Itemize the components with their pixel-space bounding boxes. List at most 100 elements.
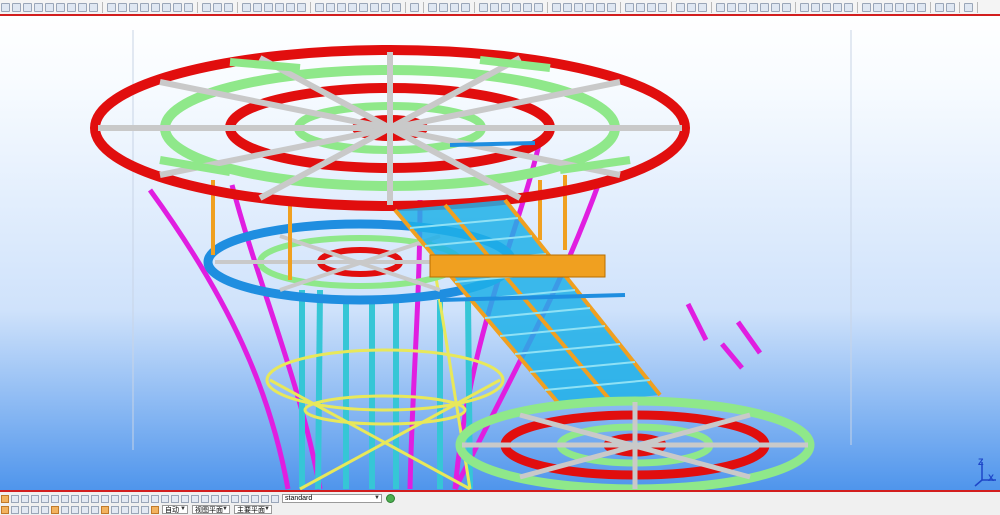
toolbar-tool-button[interactable] <box>184 2 193 12</box>
toolbar-tool-button[interactable] <box>625 2 634 12</box>
plane-tool-button[interactable] <box>151 505 159 514</box>
toolbar-tool-button[interactable] <box>833 2 842 12</box>
toolbar-tool-button[interactable] <box>45 2 54 12</box>
plane-tool-button[interactable] <box>61 505 69 514</box>
snap-button[interactable] <box>191 494 199 503</box>
toolbar-tool-button[interactable] <box>698 2 707 12</box>
toolbar-tool-button[interactable] <box>552 2 561 12</box>
toolbar-tool-button[interactable] <box>56 2 65 12</box>
plane-tool-button[interactable] <box>91 505 99 514</box>
snap-button[interactable] <box>91 494 99 503</box>
toolbar-tool-button[interactable] <box>23 2 32 12</box>
toolbar-tool-button[interactable] <box>1 2 10 12</box>
toolbar-tool-button[interactable] <box>151 2 160 12</box>
toolbar-tool-button[interactable] <box>461 2 470 12</box>
toolbar-tool-button[interactable] <box>326 2 335 12</box>
snap-button[interactable] <box>211 494 219 503</box>
toolbar-tool-button[interactable] <box>687 2 696 12</box>
toolbar-tool-button[interactable] <box>213 2 222 12</box>
model-viewport[interactable]: Z X <box>0 16 1000 490</box>
toolbar-tool-button[interactable] <box>264 2 273 12</box>
toolbar-tool-button[interactable] <box>428 2 437 12</box>
snap-button[interactable] <box>221 494 229 503</box>
toolbar-tool-button[interactable] <box>738 2 747 12</box>
view-select[interactable]: standard ▼ <box>282 494 382 503</box>
plane-tool-button[interactable] <box>141 505 149 514</box>
toolbar-tool-button[interactable] <box>348 2 357 12</box>
snap-button[interactable] <box>71 494 79 503</box>
toolbar-tool-button[interactable] <box>370 2 379 12</box>
toolbar-tool-button[interactable] <box>202 2 211 12</box>
toolbar-tool-button[interactable] <box>381 2 390 12</box>
toolbar-tool-button[interactable] <box>129 2 138 12</box>
toolbar-tool-button[interactable] <box>224 2 233 12</box>
plane-tool-button[interactable] <box>21 505 29 514</box>
toolbar-tool-button[interactable] <box>636 2 645 12</box>
plane-tool-button[interactable] <box>31 505 39 514</box>
toolbar-tool-button[interactable] <box>585 2 594 12</box>
select-auto[interactable]: 自动 ▼ <box>162 505 188 514</box>
toolbar-tool-button[interactable] <box>822 2 831 12</box>
snap-button[interactable] <box>231 494 239 503</box>
toolbar-tool-button[interactable] <box>574 2 583 12</box>
toolbar-tool-button[interactable] <box>162 2 171 12</box>
toolbar-tool-button[interactable] <box>596 2 605 12</box>
plane-tool-button[interactable] <box>51 505 59 514</box>
plane-tool-button[interactable] <box>81 505 89 514</box>
plane-tool-button[interactable] <box>121 505 129 514</box>
snap-button[interactable] <box>41 494 49 503</box>
snap-button[interactable] <box>31 494 39 503</box>
toolbar-tool-button[interactable] <box>873 2 882 12</box>
snap-button[interactable] <box>131 494 139 503</box>
plane-tool-button[interactable] <box>111 505 119 514</box>
toolbar-tool-button[interactable] <box>242 2 251 12</box>
toolbar-tool-button[interactable] <box>392 2 401 12</box>
snap-button[interactable] <box>251 494 259 503</box>
toolbar-tool-button[interactable] <box>563 2 572 12</box>
select-view-plane[interactable]: 视图平面 ▼ <box>192 505 230 514</box>
toolbar-tool-button[interactable] <box>118 2 127 12</box>
snap-button[interactable] <box>21 494 29 503</box>
snap-button[interactable] <box>11 494 19 503</box>
toolbar-tool-button[interactable] <box>173 2 182 12</box>
toolbar-tool-button[interactable] <box>12 2 21 12</box>
toolbar-tool-button[interactable] <box>479 2 488 12</box>
toolbar-tool-button[interactable] <box>107 2 116 12</box>
toolbar-tool-button[interactable] <box>140 2 149 12</box>
plane-tool-button[interactable] <box>1 505 9 514</box>
snap-button[interactable] <box>51 494 59 503</box>
toolbar-tool-button[interactable] <box>297 2 306 12</box>
toolbar-tool-button[interactable] <box>607 2 616 12</box>
toolbar-tool-button[interactable] <box>410 2 419 12</box>
toolbar-tool-button[interactable] <box>89 2 98 12</box>
toolbar-tool-button[interactable] <box>534 2 543 12</box>
snap-button[interactable] <box>111 494 119 503</box>
toolbar-tool-button[interactable] <box>716 2 725 12</box>
toolbar-tool-button[interactable] <box>946 2 955 12</box>
snap-button[interactable] <box>261 494 269 503</box>
toolbar-tool-button[interactable] <box>647 2 656 12</box>
plane-tool-button[interactable] <box>131 505 139 514</box>
toolbar-tool-button[interactable] <box>782 2 791 12</box>
toolbar-tool-button[interactable] <box>906 2 915 12</box>
toolbar-tool-button[interactable] <box>862 2 871 12</box>
snap-button[interactable] <box>1 494 9 503</box>
toolbar-tool-button[interactable] <box>884 2 893 12</box>
toolbar-tool-button[interactable] <box>490 2 499 12</box>
toolbar-tool-button[interactable] <box>844 2 853 12</box>
snap-button[interactable] <box>61 494 69 503</box>
snap-button[interactable] <box>161 494 169 503</box>
toolbar-tool-button[interactable] <box>964 2 973 12</box>
toolbar-tool-button[interactable] <box>658 2 667 12</box>
snap-button[interactable] <box>101 494 109 503</box>
toolbar-tool-button[interactable] <box>78 2 87 12</box>
toolbar-tool-button[interactable] <box>315 2 324 12</box>
plane-tool-button[interactable] <box>11 505 19 514</box>
toolbar-tool-button[interactable] <box>800 2 809 12</box>
toolbar-tool-button[interactable] <box>67 2 76 12</box>
snap-button[interactable] <box>201 494 209 503</box>
plane-tool-button[interactable] <box>41 505 49 514</box>
plane-tool-button[interactable] <box>101 505 109 514</box>
snap-button[interactable] <box>81 494 89 503</box>
toolbar-tool-button[interactable] <box>512 2 521 12</box>
